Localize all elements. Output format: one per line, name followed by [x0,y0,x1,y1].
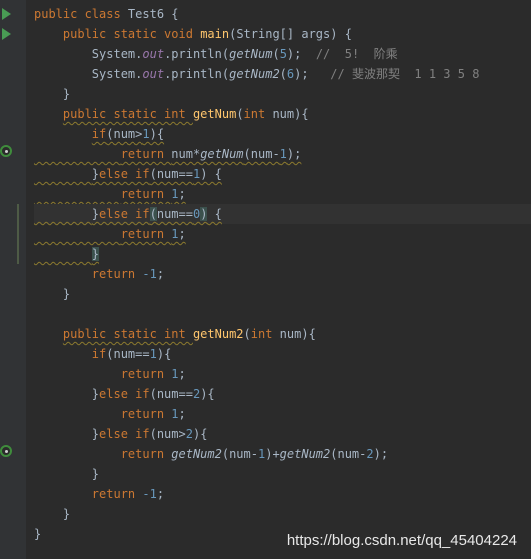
code-line-23: return getNum2(num-1)+getNum2(num-2); [120,447,389,461]
code-line-19: return 1; [120,367,186,381]
code-line-15: } [62,287,71,301]
code-line-7: if(num>1){ [91,127,165,141]
code-line-17: public static int getNum2(int num){ [62,327,316,341]
code-line-20: }else if(num==2){ [91,387,215,401]
code-line-3: System.out.println(getNum(5); // 5! 阶乘 [91,47,398,61]
code-line-25: return -1; [91,487,165,501]
watermark-url: https://blog.csdn.net/qq_45404224 [286,532,517,549]
code-line-9: }else if(num==1) { [91,167,222,181]
code-line-26: } [62,507,71,521]
code-line-1: public class Test6 { [34,7,179,21]
code-line-13: } [91,247,100,261]
code-line-24: } [91,467,100,481]
editor-gutter [0,0,26,559]
code-line-11-current: }else if(num==0) { [34,204,531,224]
code-line-22: }else if(num>2){ [91,427,208,441]
code-line-10: return 1; [120,187,186,201]
code-line-5: } [62,87,71,101]
code-line-8: return num*getNum(num-1); [120,147,302,161]
code-line-6: public static int getNum(int num){ [62,107,309,121]
recursive-call-icon-2 [0,445,12,457]
run-main-icon[interactable] [2,28,11,40]
code-editor[interactable]: public class Test6 { public static void … [34,4,531,544]
run-class-icon[interactable] [2,8,11,20]
code-line-12: return 1; [120,227,186,241]
code-line-21: return 1; [120,407,186,421]
recursive-call-icon [0,145,12,157]
code-line-2: public static void main(String[] args) { [62,27,352,41]
code-line-18: if(num==1){ [91,347,172,361]
code-line-14: return -1; [91,267,165,281]
change-marker [17,204,19,264]
code-line-4: System.out.println(getNum2(6); // 斐波那契 1… [91,67,480,81]
